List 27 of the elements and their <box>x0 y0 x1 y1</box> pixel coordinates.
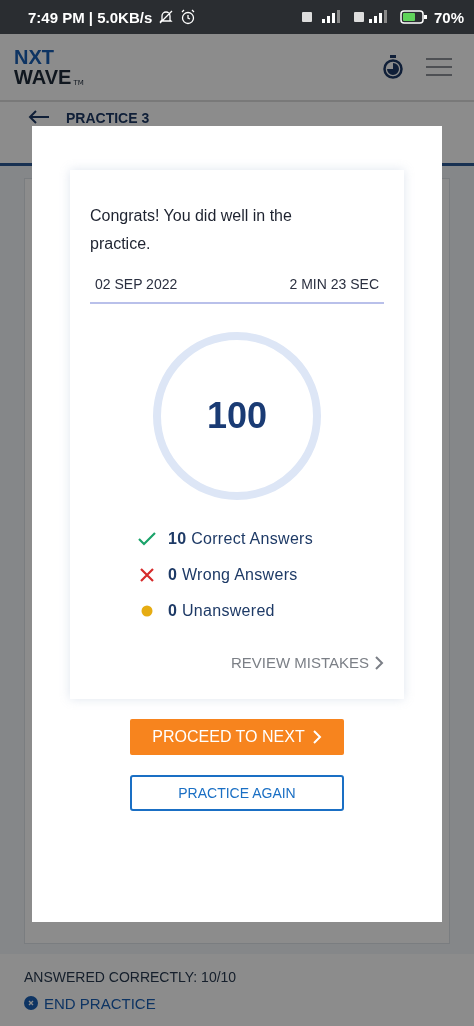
result-text: 0 Unanswered <box>168 602 275 620</box>
battery-icon <box>399 10 428 24</box>
practice-duration: 2 MIN 23 SEC <box>289 276 379 292</box>
practice-date: 02 SEP 2022 <box>95 276 178 292</box>
result-text: 10 Correct Answers <box>168 530 314 548</box>
logo-text: NXT <box>14 47 55 67</box>
chevron-icon <box>312 730 322 744</box>
review-mistakes-link[interactable]: REVIEW MISTAKES <box>230 654 384 671</box>
score-value: 100 <box>206 395 268 437</box>
congrats-message: Congrats! You did well in the practice. <box>90 206 293 254</box>
check-icon <box>138 532 156 546</box>
back-arrow-icon[interactable] <box>28 110 50 124</box>
chevron-icon <box>375 655 384 670</box>
cross-icon <box>138 568 156 582</box>
battery-level: 70% <box>433 8 464 26</box>
alarm-icon <box>180 9 197 25</box>
result-text: 0 Wrong Answers <box>168 566 298 584</box>
practice-again-button[interactable]: PRACTICE AGAIN <box>130 775 344 811</box>
proceed-button[interactable]: PROCEED TO NEXT <box>130 719 344 755</box>
answered-summary: ANSWERED CORRECTLY: 10/10 <box>24 968 238 985</box>
stopwatch-icon[interactable] <box>382 55 404 79</box>
status-time: 7:49 PM | 5.0KB/s <box>28 8 153 26</box>
close-icon <box>24 996 38 1010</box>
end-practice-button[interactable]: END PRACTICE <box>24 994 156 1012</box>
practice-title: PRACTICE 3 <box>66 110 150 126</box>
logo-text: WAVE <box>14 67 72 87</box>
bell-off-icon <box>158 9 175 25</box>
